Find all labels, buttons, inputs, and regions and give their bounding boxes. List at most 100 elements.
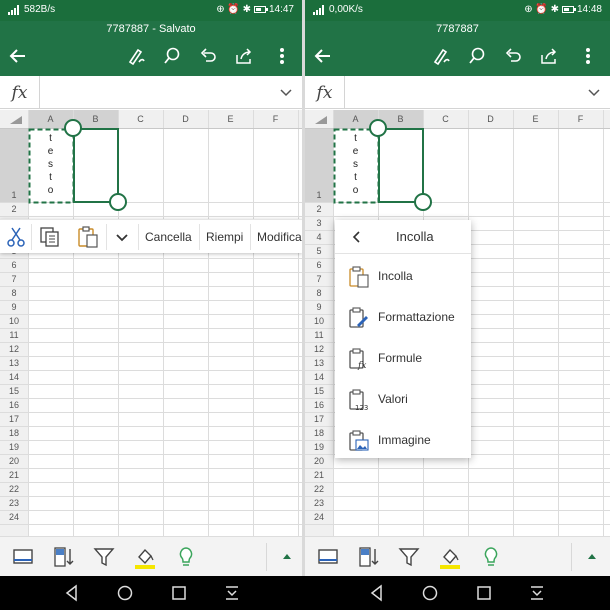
back-arrow-icon[interactable] xyxy=(6,44,30,68)
selection-handle-top[interactable] xyxy=(64,119,82,137)
fx-icon[interactable]: fx xyxy=(305,76,345,109)
row-header-16[interactable]: 16 xyxy=(0,398,28,412)
cell-a1-text[interactable]: testo xyxy=(28,132,73,197)
search-icon[interactable] xyxy=(465,44,489,68)
row-header-23[interactable]: 23 xyxy=(0,496,28,510)
chevron-left-icon[interactable] xyxy=(349,229,365,245)
column-header-c[interactable]: C xyxy=(423,110,468,128)
formula-bar[interactable]: fx xyxy=(305,76,610,109)
sort-icon[interactable] xyxy=(357,545,381,569)
sort-icon[interactable] xyxy=(52,545,76,569)
more-options-icon[interactable] xyxy=(576,44,600,68)
selection-handle-bottom[interactable] xyxy=(414,193,432,211)
spreadsheet-grid[interactable]: ABCDEF1234567891011121314151617181920212… xyxy=(0,110,302,536)
row-header-10[interactable]: 10 xyxy=(0,314,28,328)
edit-button[interactable]: Modifica xyxy=(257,220,302,254)
nav-back-icon[interactable] xyxy=(368,584,386,602)
row-header-8[interactable]: 8 xyxy=(305,286,333,300)
nav-recents-icon[interactable] xyxy=(475,584,493,602)
row-header-13[interactable]: 13 xyxy=(0,356,28,370)
row-header-2[interactable]: 2 xyxy=(305,202,333,216)
formula-bar[interactable]: fx xyxy=(0,76,302,109)
row-header-5[interactable]: 5 xyxy=(305,244,333,258)
chevron-down-icon[interactable] xyxy=(586,84,602,100)
share-icon[interactable] xyxy=(537,44,561,68)
cancel-button[interactable]: Cancella xyxy=(145,220,192,254)
expand-up-icon[interactable] xyxy=(586,550,598,562)
row-header-16[interactable]: 16 xyxy=(305,398,333,412)
filter-icon[interactable] xyxy=(397,545,421,569)
row-header-20[interactable]: 20 xyxy=(305,454,333,468)
column-header-f[interactable]: F xyxy=(253,110,298,128)
row-header-1[interactable]: 1 xyxy=(0,128,28,202)
row-header-9[interactable]: 9 xyxy=(305,300,333,314)
nav-back-icon[interactable] xyxy=(63,584,81,602)
row-header-18[interactable]: 18 xyxy=(0,426,28,440)
selection-handle-bottom[interactable] xyxy=(109,193,127,211)
row-header-9[interactable]: 9 xyxy=(0,300,28,314)
row-header-22[interactable]: 22 xyxy=(305,482,333,496)
row-header-2[interactable]: 2 xyxy=(0,202,28,216)
filter-icon[interactable] xyxy=(92,545,116,569)
row-header-7[interactable]: 7 xyxy=(0,272,28,286)
column-header-e[interactable]: E xyxy=(208,110,253,128)
column-header-e[interactable]: E xyxy=(513,110,558,128)
row-header-18[interactable]: 18 xyxy=(305,426,333,440)
nav-home-icon[interactable] xyxy=(421,584,439,602)
copy-icon[interactable] xyxy=(38,225,62,249)
paste-option-picture[interactable]: Immagine xyxy=(335,420,471,460)
column-header-d[interactable]: D xyxy=(468,110,513,128)
selection-handle-top[interactable] xyxy=(369,119,387,137)
draw-pen-icon[interactable] xyxy=(125,44,149,68)
undo-icon[interactable] xyxy=(501,44,525,68)
fill-color-icon[interactable] xyxy=(133,545,157,569)
row-header-11[interactable]: 11 xyxy=(305,328,333,342)
row-header-15[interactable]: 15 xyxy=(0,384,28,398)
row-header-22[interactable]: 22 xyxy=(0,482,28,496)
row-header-24[interactable]: 24 xyxy=(305,510,333,524)
cell-a1-text[interactable]: testo xyxy=(333,132,378,197)
column-header-f[interactable]: F xyxy=(558,110,603,128)
row-header-21[interactable]: 21 xyxy=(0,468,28,482)
fill-button[interactable]: Riempi xyxy=(206,220,243,254)
row-header-15[interactable]: 15 xyxy=(305,384,333,398)
row-header-10[interactable]: 10 xyxy=(305,314,333,328)
nav-notifications-icon[interactable] xyxy=(528,584,546,602)
freeze-panes-icon[interactable] xyxy=(11,545,35,569)
nav-notifications-icon[interactable] xyxy=(223,584,241,602)
paste-option-values[interactable]: 123 Valori xyxy=(335,379,471,419)
row-header-4[interactable]: 4 xyxy=(305,230,333,244)
paste-option-paste[interactable]: Incolla xyxy=(335,256,471,296)
row-header-20[interactable]: 20 xyxy=(0,454,28,468)
paste-option-formulas[interactable]: fx Formule xyxy=(335,338,471,378)
paste-option-formatting[interactable]: Formattazione xyxy=(335,297,471,337)
row-header-6[interactable]: 6 xyxy=(0,258,28,272)
row-header-13[interactable]: 13 xyxy=(305,356,333,370)
paste-icon[interactable] xyxy=(76,225,100,249)
chevron-down-icon[interactable] xyxy=(278,84,294,100)
paste-menu-header[interactable]: Incolla xyxy=(335,220,471,254)
freeze-panes-icon[interactable] xyxy=(316,545,340,569)
chevron-down-icon[interactable] xyxy=(110,225,134,249)
nav-home-icon[interactable] xyxy=(116,584,134,602)
row-header-3[interactable]: 3 xyxy=(305,216,333,230)
row-header-8[interactable]: 8 xyxy=(0,286,28,300)
row-header-12[interactable]: 12 xyxy=(0,342,28,356)
expand-up-icon[interactable] xyxy=(281,550,293,562)
back-arrow-icon[interactable] xyxy=(311,44,335,68)
fx-icon[interactable]: fx xyxy=(0,76,40,109)
row-header-19[interactable]: 19 xyxy=(0,440,28,454)
cut-icon[interactable] xyxy=(4,225,28,249)
row-header-6[interactable]: 6 xyxy=(305,258,333,272)
row-header-17[interactable]: 17 xyxy=(0,412,28,426)
row-header-12[interactable]: 12 xyxy=(305,342,333,356)
undo-icon[interactable] xyxy=(196,44,220,68)
row-header-17[interactable]: 17 xyxy=(305,412,333,426)
row-header-14[interactable]: 14 xyxy=(305,370,333,384)
lightbulb-icon[interactable] xyxy=(174,545,198,569)
nav-recents-icon[interactable] xyxy=(170,584,188,602)
row-header-19[interactable]: 19 xyxy=(305,440,333,454)
search-icon[interactable] xyxy=(160,44,184,68)
lightbulb-icon[interactable] xyxy=(479,545,503,569)
row-header-1[interactable]: 1 xyxy=(305,128,333,202)
